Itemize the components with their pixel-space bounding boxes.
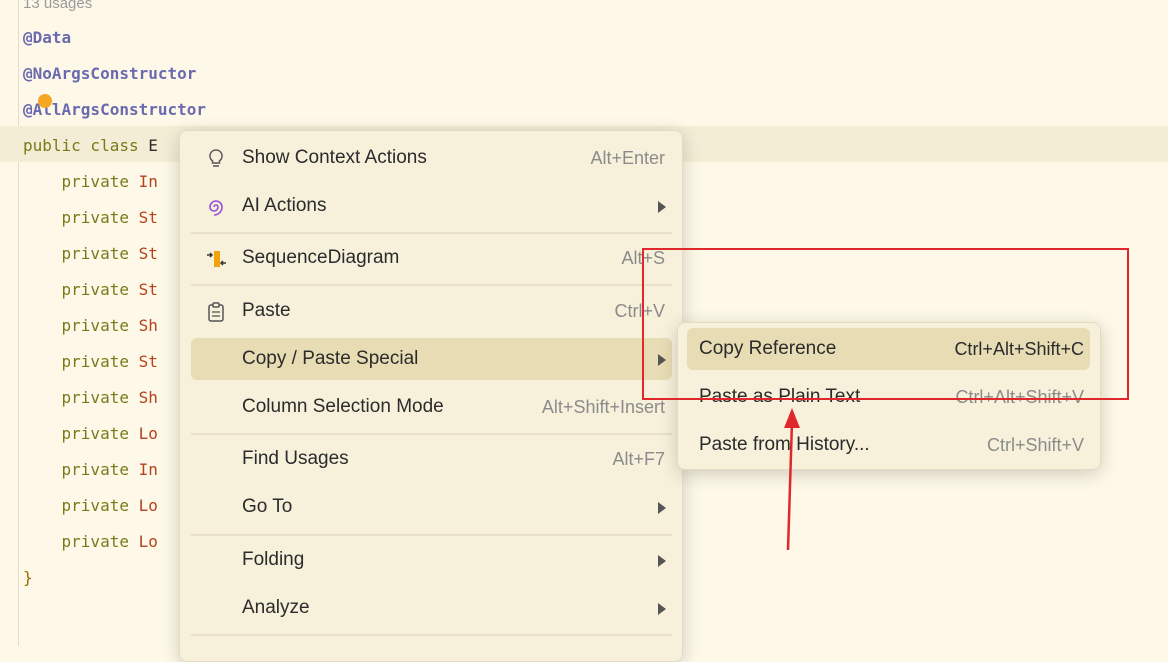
code-token: Sh	[138, 316, 158, 335]
menu-item-column-selection-mode[interactable]: Column Selection Mode Alt+Shift+Insert	[191, 386, 672, 428]
submenu-arrow-icon	[658, 502, 666, 514]
code-token: public class	[23, 136, 149, 155]
code-token: private	[23, 208, 139, 227]
code-token: St	[138, 208, 158, 227]
menu-item-label: Show Context Actions	[242, 147, 427, 168]
code-token: In	[138, 172, 158, 191]
code-token: Lo	[138, 496, 158, 515]
code-token: private	[23, 172, 139, 191]
menu-item-label: Find Usages	[242, 448, 349, 469]
menu-item-go-to[interactable]: Go To	[191, 486, 672, 528]
code-token: Sh	[138, 388, 158, 407]
menu-item-label: Folding	[242, 549, 305, 570]
code-token: private	[23, 352, 139, 371]
code-token: private	[23, 496, 139, 515]
code-line[interactable]: private Lo	[23, 524, 158, 560]
red-arrow-annotation	[784, 408, 800, 551]
menu-item-analyze[interactable]: Analyze	[191, 587, 672, 629]
code-token: private	[23, 280, 139, 299]
code-token: private	[23, 532, 139, 551]
ai-spiral-icon	[205, 196, 227, 218]
code-token: St	[138, 352, 158, 371]
code-token: private	[23, 316, 139, 335]
menu-item-shortcut: Alt+Enter	[590, 148, 665, 168]
menu-separator	[191, 433, 672, 435]
submenu-arrow-icon	[658, 201, 666, 213]
menu-separator	[191, 634, 672, 636]
code-token: Lo	[138, 424, 158, 443]
menu-item-sequence-diagram[interactable]: SequenceDiagram Alt+S	[191, 237, 672, 279]
menu-item-show-context-actions[interactable]: Show Context Actions Alt+Enter	[191, 137, 672, 179]
code-line[interactable]: private Lo	[23, 416, 158, 452]
code-token: In	[138, 460, 158, 479]
submenu-arrow-icon	[658, 603, 666, 615]
code-token: @Data	[23, 28, 72, 47]
editor-gutter	[18, 0, 19, 646]
menu-item-shortcut: Alt+F7	[612, 449, 665, 469]
code-line[interactable]: @Data	[23, 20, 71, 56]
menu-item-ai-actions[interactable]: AI Actions	[191, 185, 672, 227]
code-line[interactable]: private Lo	[23, 488, 158, 524]
code-line[interactable]: private Sh	[23, 380, 158, 416]
code-token: private	[23, 244, 139, 263]
code-token: @NoArgsConstructor	[23, 64, 197, 83]
code-line[interactable]: private St	[23, 272, 158, 308]
menu-separator	[191, 284, 672, 286]
menu-item-label: Column Selection Mode	[242, 396, 444, 417]
code-line[interactable]: private In	[23, 164, 158, 200]
usages-hint[interactable]: 13 usages	[23, 0, 92, 22]
submenu-item-paste-from-history[interactable]: Paste from History... Ctrl+Shift+V	[687, 424, 1090, 466]
code-token: St	[138, 244, 158, 263]
code-token: St	[138, 280, 158, 299]
menu-item-folding[interactable]: Folding	[191, 539, 672, 581]
highlight-box-annotation	[642, 248, 1129, 400]
code-line[interactable]: private Sh	[23, 308, 158, 344]
code-line[interactable]: private St	[23, 236, 158, 272]
code-line[interactable]: private St	[23, 200, 158, 236]
code-line[interactable]: }	[23, 560, 33, 596]
code-line[interactable]: @NoArgsConstructor	[23, 56, 196, 92]
menu-item-label: SequenceDiagram	[242, 247, 400, 268]
clipboard-icon	[205, 301, 227, 323]
menu-item-label: Copy / Paste Special	[242, 348, 419, 369]
menu-separator	[191, 534, 672, 536]
lightbulb-icon	[205, 148, 227, 170]
menu-item-paste[interactable]: Paste Ctrl+V	[191, 290, 672, 332]
menu-item-label: Paste	[242, 300, 291, 321]
menu-item-shortcut: Ctrl+Shift+V	[986, 435, 1084, 455]
sequence-diagram-icon	[205, 248, 227, 270]
code-token: private	[23, 424, 139, 443]
code-token: private	[23, 388, 139, 407]
code-token: private	[23, 460, 139, 479]
menu-item-find-usages[interactable]: Find Usages Alt+F7	[191, 438, 672, 480]
code-token: }	[23, 568, 33, 587]
menu-item-label: AI Actions	[242, 195, 327, 216]
code-line[interactable]: private In	[23, 452, 158, 488]
menu-separator	[191, 232, 672, 234]
intention-bulb-icon[interactable]	[38, 94, 52, 108]
code-token: E	[148, 136, 158, 155]
code-line[interactable]: private St	[23, 344, 158, 380]
submenu-arrow-icon	[658, 555, 666, 567]
menu-item-label: Go To	[242, 496, 293, 517]
menu-item-copy-paste-special[interactable]: Copy / Paste Special	[191, 338, 672, 380]
code-line[interactable]: public class E	[23, 128, 158, 164]
code-token: Lo	[138, 532, 158, 551]
menu-item-label: Analyze	[242, 597, 310, 618]
context-menu: Show Context Actions Alt+Enter AI Action…	[179, 130, 683, 662]
